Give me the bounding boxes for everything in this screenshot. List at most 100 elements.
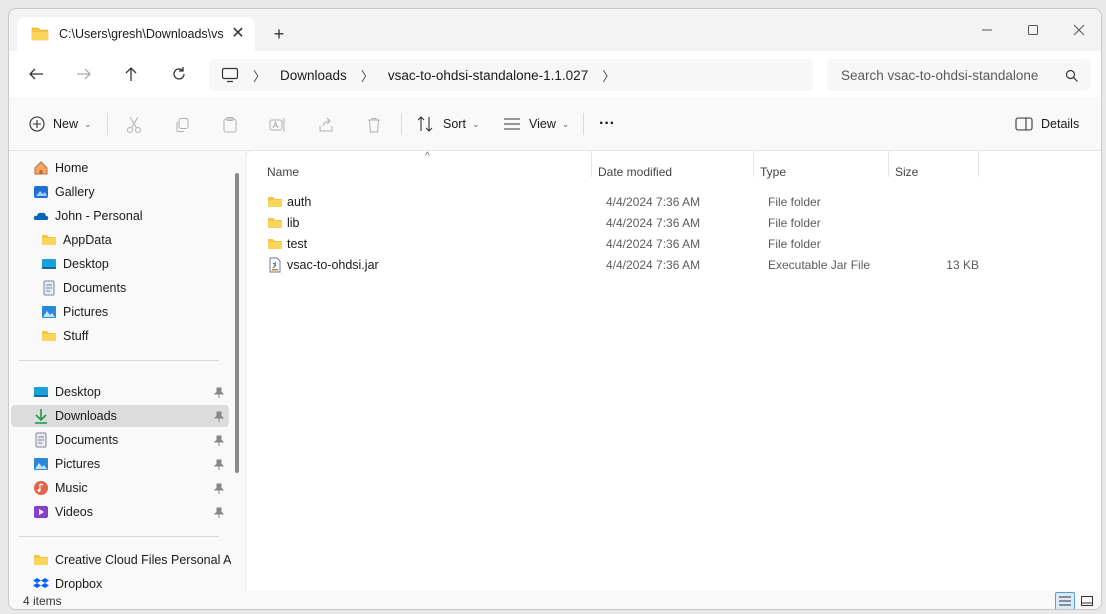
delete-button[interactable] bbox=[364, 115, 384, 135]
sidebar-item-desktop-pinned[interactable]: Desktop bbox=[33, 381, 101, 403]
sidebar-item-music[interactable]: Music bbox=[33, 477, 88, 499]
tiles-view-button[interactable] bbox=[1077, 592, 1097, 609]
back-button[interactable] bbox=[21, 61, 51, 87]
chevron-right-icon[interactable]: 〉 bbox=[253, 66, 266, 85]
arrow-left-icon bbox=[29, 68, 43, 80]
sidebar-item-stuff[interactable]: Stuff bbox=[41, 325, 88, 347]
status-bar: 4 items bbox=[9, 591, 1101, 609]
cut-button[interactable] bbox=[124, 115, 144, 135]
divider bbox=[19, 536, 219, 537]
column-header-name[interactable]: Name bbox=[267, 165, 299, 179]
close-tab-icon[interactable]: ✕ bbox=[229, 25, 247, 43]
sidebar-item-label: Music bbox=[55, 481, 88, 495]
separator bbox=[583, 113, 584, 135]
up-button[interactable] bbox=[116, 61, 146, 87]
breadcrumb-current-folder[interactable]: vsac-to-ohdsi-standalone-1.1.027 bbox=[388, 68, 588, 83]
paste-button[interactable] bbox=[220, 115, 240, 135]
sidebar-item-desktop[interactable]: Desktop bbox=[41, 253, 109, 275]
details-view-button[interactable] bbox=[1055, 592, 1075, 609]
desktop-icon bbox=[42, 259, 56, 269]
sidebar-item-pictures[interactable]: Pictures bbox=[41, 301, 108, 323]
refresh-button[interactable] bbox=[164, 61, 194, 87]
this-pc-icon bbox=[221, 67, 239, 83]
column-separator[interactable] bbox=[591, 151, 592, 177]
file-list: ^ Name Date modified Type Size auth 4/4/… bbox=[247, 151, 1101, 591]
file-size: 13 KB bbox=[946, 258, 979, 272]
details-button[interactable]: Details bbox=[1015, 111, 1079, 137]
sidebar-item-videos[interactable]: Videos bbox=[33, 501, 93, 523]
videos-icon bbox=[34, 506, 48, 518]
copy-button[interactable] bbox=[172, 115, 192, 135]
search-icon[interactable] bbox=[1065, 69, 1079, 83]
chevron-right-icon[interactable]: 〉 bbox=[361, 66, 374, 85]
pin-icon[interactable] bbox=[213, 435, 225, 447]
view-button[interactable]: View ⌄ bbox=[503, 111, 569, 137]
sidebar-item-documents[interactable]: Documents bbox=[41, 277, 126, 299]
folder-icon bbox=[268, 197, 282, 207]
sidebar-item-appdata[interactable]: AppData bbox=[41, 229, 112, 251]
sidebar-item-label: Downloads bbox=[55, 409, 117, 423]
minimize-button[interactable] bbox=[965, 15, 1009, 45]
sidebar-item-label: AppData bbox=[63, 233, 112, 247]
sidebar-item-onedrive[interactable]: John - Personal bbox=[33, 205, 143, 227]
chevron-right-icon[interactable]: 〉 bbox=[602, 66, 615, 85]
tab-title: C:\Users\gresh\Downloads\vsac-to-ohdsi-s… bbox=[59, 27, 223, 41]
pin-icon[interactable] bbox=[213, 483, 225, 495]
folder-icon bbox=[42, 331, 56, 341]
pin-icon[interactable] bbox=[213, 411, 225, 423]
file-date: 4/4/2024 7:36 AM bbox=[606, 237, 701, 251]
sidebar-item-home[interactable]: Home bbox=[33, 157, 88, 179]
column-header-size[interactable]: Size bbox=[895, 165, 918, 179]
file-date: 4/4/2024 7:36 AM bbox=[606, 258, 701, 272]
table-row[interactable]: test 4/4/2024 7:36 AM File folder bbox=[267, 234, 987, 255]
table-row[interactable]: vsac-to-ohdsi.jar 4/4/2024 7:36 AM Execu… bbox=[267, 255, 987, 276]
clipboard-icon bbox=[223, 117, 237, 133]
more-options-button[interactable]: ··· bbox=[599, 111, 615, 137]
breadcrumb-downloads[interactable]: Downloads bbox=[280, 68, 347, 83]
chevron-down-icon: ⌄ bbox=[471, 118, 480, 129]
details-pane-icon bbox=[1015, 117, 1033, 131]
address-bar[interactable]: 〉 Downloads 〉 vsac-to-ohdsi-standalone-1… bbox=[209, 59, 813, 91]
share-icon bbox=[319, 117, 333, 132]
column-separator[interactable] bbox=[753, 151, 754, 177]
new-tab-button[interactable]: + bbox=[267, 23, 291, 47]
sidebar-item-label: Pictures bbox=[63, 305, 109, 319]
table-row[interactable]: auth 4/4/2024 7:36 AM File folder bbox=[267, 192, 987, 213]
sort-button[interactable]: Sort ⌄ bbox=[417, 111, 479, 137]
sidebar-item-creative-cloud[interactable]: Creative Cloud Files Personal Account bbox=[33, 549, 231, 571]
dropbox-icon bbox=[33, 578, 49, 588]
tab-current-folder[interactable]: C:\Users\gresh\Downloads\vsac-to-ohdsi-s… bbox=[17, 17, 255, 51]
music-icon bbox=[34, 481, 48, 495]
sort-icon bbox=[417, 116, 433, 132]
pin-icon[interactable] bbox=[213, 387, 225, 399]
forward-button[interactable] bbox=[69, 61, 99, 87]
sort-ascending-icon: ^ bbox=[425, 151, 430, 162]
column-separator[interactable] bbox=[888, 151, 889, 177]
new-button[interactable]: New ⌄ bbox=[29, 111, 92, 137]
close-window-button[interactable] bbox=[1057, 15, 1101, 45]
column-separator[interactable] bbox=[978, 151, 979, 177]
file-date: 4/4/2024 7:36 AM bbox=[606, 216, 701, 230]
share-button[interactable] bbox=[316, 115, 336, 135]
table-row[interactable]: lib 4/4/2024 7:36 AM File folder bbox=[267, 213, 987, 234]
sidebar-item-downloads[interactable]: Downloads bbox=[11, 405, 229, 427]
sidebar-item-label: Videos bbox=[55, 505, 93, 519]
sidebar-item-gallery[interactable]: Gallery bbox=[33, 181, 95, 203]
sidebar-scrollbar[interactable] bbox=[235, 173, 239, 473]
trash-icon bbox=[368, 118, 380, 133]
search-input[interactable] bbox=[827, 59, 1091, 91]
pin-icon[interactable] bbox=[213, 507, 225, 519]
column-header-date-modified[interactable]: Date modified bbox=[598, 165, 672, 179]
tiles-view-icon bbox=[1081, 596, 1093, 606]
sidebar-item-documents-pinned[interactable]: Documents bbox=[33, 429, 118, 451]
file-type: File folder bbox=[768, 195, 821, 209]
item-count: 4 items bbox=[23, 594, 62, 608]
sidebar-item-pictures-pinned[interactable]: Pictures bbox=[33, 453, 100, 475]
pin-icon[interactable] bbox=[213, 459, 225, 471]
column-header-type[interactable]: Type bbox=[760, 165, 786, 179]
desktop-icon bbox=[34, 387, 48, 397]
maximize-button[interactable] bbox=[1011, 15, 1055, 45]
arrow-up-icon bbox=[125, 67, 137, 81]
sidebar-item-label: Desktop bbox=[63, 257, 109, 271]
rename-button[interactable] bbox=[268, 115, 288, 135]
